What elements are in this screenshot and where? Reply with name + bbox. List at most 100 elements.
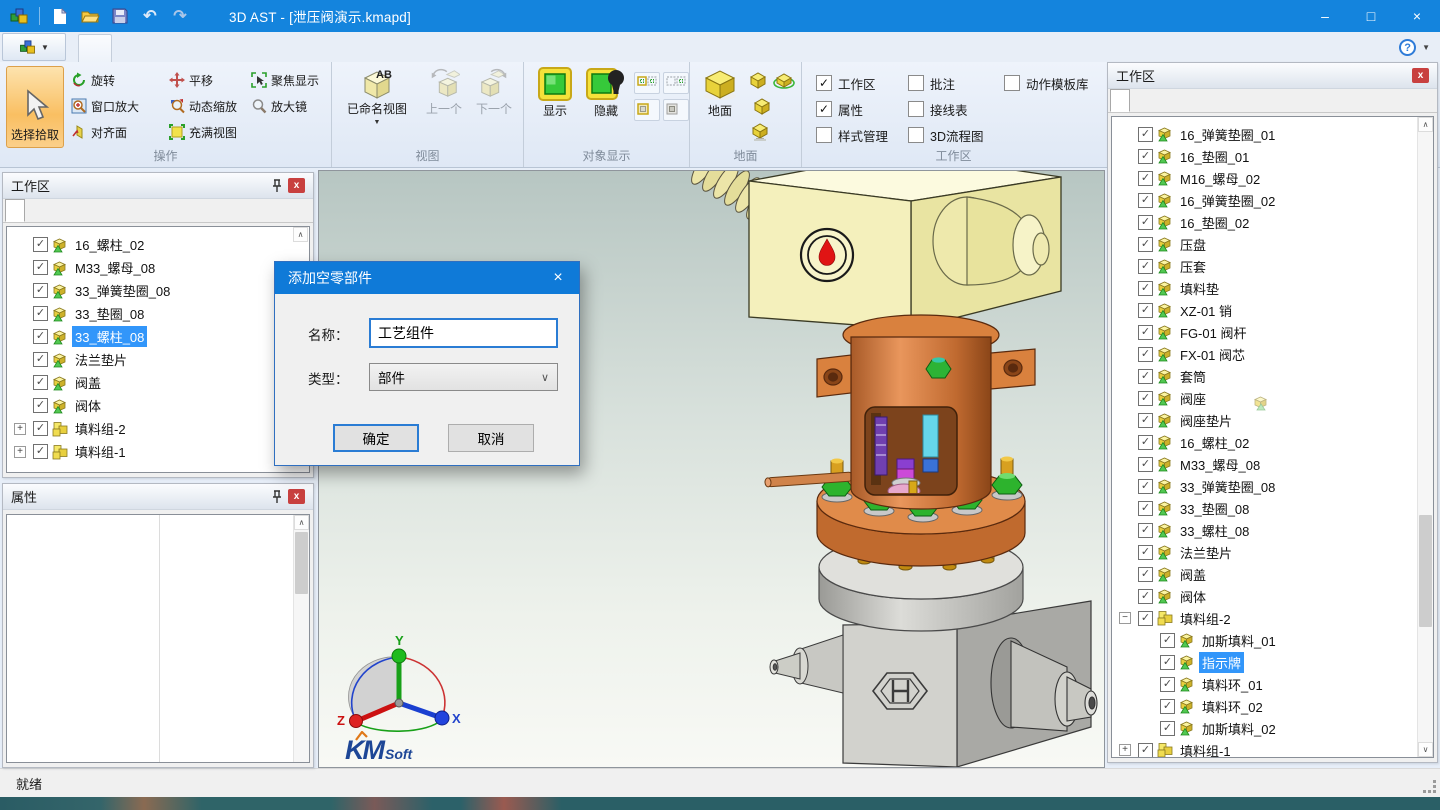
magnifier-button[interactable]: 放大镜 [248, 94, 310, 118]
tree-item-label[interactable]: 填料环_02 [1199, 696, 1266, 717]
tree-row[interactable]: ✓ 压盘 [1112, 233, 1433, 255]
tree-row[interactable]: ✓ 填料垫 [1112, 277, 1433, 299]
tree-row[interactable]: ✓ M33_螺母_08 [7, 256, 309, 279]
tree-item-label[interactable]: 填料组-1 [1177, 740, 1234, 759]
right-panel-tab[interactable] [1110, 89, 1130, 112]
tree-item-label[interactable]: 16_垫圈_01 [1177, 146, 1252, 167]
tree-row[interactable]: + ✓ 填料组-2 [7, 417, 309, 440]
tree-item-label[interactable]: 阀座 [1177, 388, 1209, 409]
tree-checkbox[interactable]: ✓ [1138, 215, 1153, 230]
hide-selected-option-button[interactable] [663, 72, 689, 94]
help-dropdown-caret[interactable]: ▼ [1422, 43, 1430, 52]
tree-row[interactable]: ✓ 阀体 [1112, 585, 1433, 607]
tree-checkbox[interactable]: ✓ [33, 260, 48, 275]
close-button[interactable]: × [1394, 0, 1440, 32]
focus-display-button[interactable]: 聚焦显示 [248, 68, 322, 92]
tree-row[interactable]: ✓ 套筒 [1112, 365, 1433, 387]
3d-viewport[interactable]: Y X Z KMSoft [318, 170, 1105, 768]
tree-item-label[interactable]: 33_垫圈_08 [72, 303, 147, 324]
tree-row[interactable]: ✓ 16_弹簧垫圈_02 [1112, 189, 1433, 211]
tree-checkbox[interactable]: ✓ [1160, 699, 1175, 714]
tree-row[interactable]: ✓ 法兰垫片 [1112, 541, 1433, 563]
tree-item-label[interactable]: 填料组-2 [1177, 608, 1234, 629]
tree-item-label[interactable]: 33_垫圈_08 [1177, 498, 1252, 519]
workspace-toggle[interactable]: 3D流程图 [908, 126, 1004, 145]
tree-row[interactable]: ✓ FG-01 阀杆 [1112, 321, 1433, 343]
ground-option-3-button[interactable] [750, 94, 774, 118]
resize-grip-icon[interactable] [1423, 780, 1437, 794]
tree-checkbox[interactable]: ✓ [1138, 149, 1153, 164]
tree-item-label[interactable]: 填料环_01 [1199, 674, 1266, 695]
ribbon-tab[interactable] [144, 34, 176, 62]
scroll-thumb[interactable] [295, 532, 308, 594]
tree-item-label[interactable]: 阀盖 [1177, 564, 1209, 585]
tree-checkbox[interactable]: ✓ [33, 444, 48, 459]
expand-toggle-icon[interactable]: + [14, 423, 26, 435]
redo-button[interactable]: ↷ [167, 4, 193, 28]
tree-row[interactable]: ✓ 33_垫圈_08 [7, 302, 309, 325]
ribbon-tab[interactable] [78, 34, 112, 62]
tree-checkbox[interactable]: ✓ [1138, 193, 1153, 208]
tree-row[interactable]: ✓ 填料环_01 [1112, 673, 1433, 695]
show-selected-option-button[interactable] [634, 72, 660, 94]
ribbon-tab[interactable] [176, 34, 208, 62]
pin-icon[interactable] [271, 490, 283, 504]
left-panel-tab[interactable] [45, 199, 65, 222]
tree-checkbox[interactable]: ✓ [33, 375, 48, 390]
tree-checkbox[interactable]: ✓ [1138, 281, 1153, 296]
tree-item-label[interactable]: 33_螺柱_08 [72, 326, 147, 347]
app-menu-button[interactable]: ▼ [2, 33, 66, 61]
right-panel-tab[interactable] [1150, 89, 1170, 112]
tree-item-label[interactable]: 指示牌 [1199, 652, 1244, 673]
tree-checkbox[interactable]: ✓ [1160, 721, 1175, 736]
dynamic-zoom-button[interactable]: 动态缩放 [166, 94, 240, 118]
tree-checkbox[interactable]: ✓ [1138, 303, 1153, 318]
ground-option-2-button[interactable] [772, 68, 796, 92]
expand-toggle-icon[interactable]: + [1119, 744, 1131, 756]
open-file-button[interactable] [77, 4, 103, 28]
pan-button[interactable]: 平移 [166, 68, 216, 92]
tree-checkbox[interactable]: ✓ [1160, 633, 1175, 648]
checkbox-icon[interactable] [908, 101, 924, 117]
show-button[interactable]: 显示 [532, 66, 578, 158]
tree-row[interactable]: ✓ 加斯填料_01 [1112, 629, 1433, 651]
tree-row[interactable]: − ✓ 填料组-2 [1112, 607, 1433, 629]
ground-option-1-button[interactable] [746, 68, 770, 92]
tree-row[interactable]: ✓ 16_螺柱_02 [7, 233, 309, 256]
left-panel-tab[interactable] [25, 199, 45, 222]
show-all-option-button[interactable] [634, 99, 660, 121]
tree-row[interactable]: ✓ 阀盖 [7, 371, 309, 394]
tree-item-label[interactable]: 33_弹簧垫圈_08 [72, 280, 173, 301]
app-logo-icon[interactable] [6, 4, 32, 28]
tree-row[interactable]: ✓ 指示牌 [1112, 651, 1433, 673]
checkbox-icon[interactable] [908, 127, 924, 143]
tree-checkbox[interactable]: ✓ [1138, 127, 1153, 142]
tree-row[interactable]: ✓ 阀座 [1112, 387, 1433, 409]
tree-row[interactable]: ✓ XZ-01 销 [1112, 299, 1433, 321]
tree-row[interactable]: ✓ 16_螺柱_02 [1112, 431, 1433, 453]
tree-checkbox[interactable]: ✓ [1138, 237, 1153, 252]
tree-item-label[interactable]: 填料组-2 [72, 418, 129, 439]
tree-item-label[interactable]: 33_螺柱_08 [1177, 520, 1252, 541]
tree-row[interactable]: ✓ 阀座垫片 [1112, 409, 1433, 431]
tree-checkbox[interactable]: ✓ [1160, 655, 1175, 670]
tree-item-label[interactable]: 16_螺柱_02 [72, 234, 147, 255]
checkbox-icon[interactable] [908, 75, 924, 91]
ok-button[interactable]: 确定 [333, 424, 419, 452]
tree-item-label[interactable]: XZ-01 销 [1177, 300, 1235, 321]
workspace-toggle[interactable]: 接线表 [908, 100, 1004, 119]
tree-row[interactable]: ✓ 填料环_02 [1112, 695, 1433, 717]
tree-row[interactable]: ✓ 压套 [1112, 255, 1433, 277]
window-zoom-button[interactable]: 窗口放大 [68, 94, 142, 118]
right-panel-close-icon[interactable]: x [1412, 68, 1429, 83]
dialog-titlebar[interactable]: 添加空零部件 × [275, 262, 579, 294]
workspace-toggle[interactable]: 样式管理 [816, 126, 908, 145]
save-button[interactable] [107, 4, 133, 28]
left-panel-tab[interactable] [5, 199, 25, 222]
tree-checkbox[interactable]: ✓ [33, 352, 48, 367]
tree-item-label[interactable]: 压盘 [1177, 234, 1209, 255]
tree-checkbox[interactable]: ✓ [1138, 413, 1153, 428]
dialog-close-icon[interactable]: × [537, 262, 579, 294]
select-pick-button[interactable]: 选择拾取 [6, 66, 64, 148]
help-icon[interactable]: ? [1399, 39, 1416, 56]
